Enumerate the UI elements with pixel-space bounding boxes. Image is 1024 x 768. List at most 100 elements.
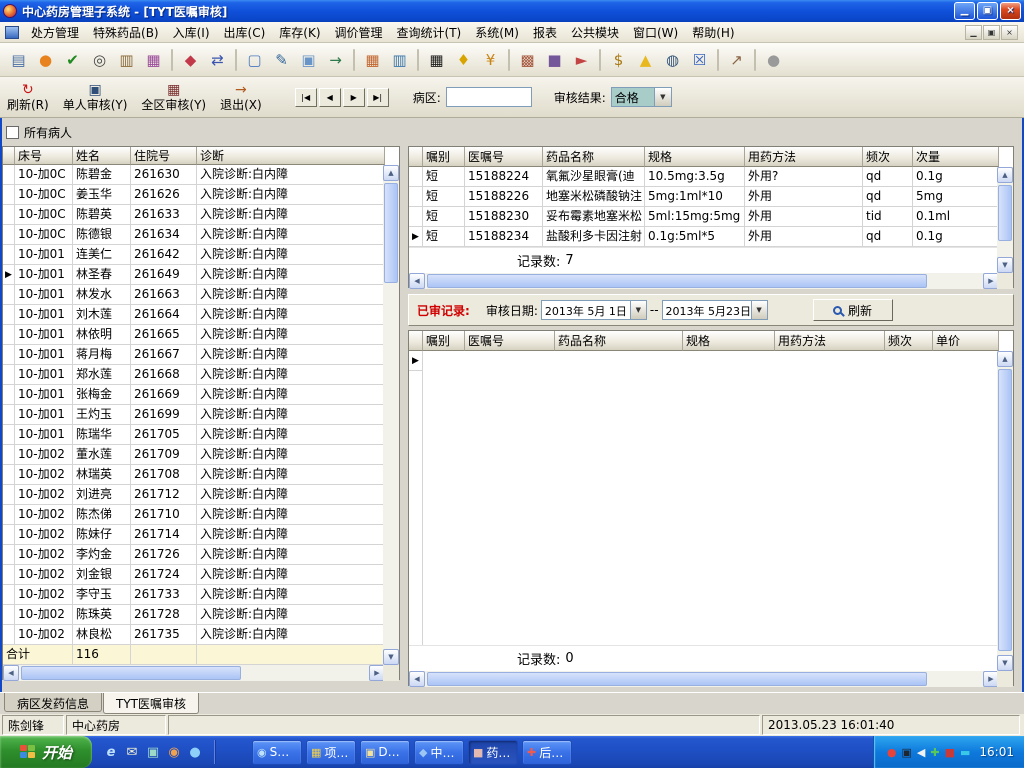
order-row[interactable]: 短 15188224 氧氟沙星眼膏(迪 10.5mg:3.5g 外用? qd 0… [409, 167, 999, 187]
patient-row[interactable]: 10-加02 陈杰俤 261710 入院诊断:白内障 [3, 505, 385, 525]
patient-row[interactable]: 10-加0C 陈德银 261634 入院诊断:白内障 [3, 225, 385, 245]
patient-row[interactable]: ▶ 10-加01 林圣春 261649 入院诊断:白内障 [3, 265, 385, 285]
patient-row[interactable]: 10-加01 王灼玉 261699 入院诊断:白内障 [3, 405, 385, 425]
tab-ward-dispense[interactable]: 病区发药信息 [4, 693, 103, 712]
table-icon[interactable]: ▥ [387, 47, 412, 72]
column-header-dose[interactable]: 次量 [913, 147, 999, 167]
scroll-down-button[interactable]: ▼ [383, 649, 399, 665]
mdi-restore-button[interactable]: ▣ [983, 25, 1000, 40]
transfer-icon[interactable]: ⇄ [205, 47, 230, 72]
patient-row[interactable]: 10-加01 林依明 261665 入院诊断:白内障 [3, 325, 385, 345]
all-patients-option[interactable]: 所有病人 [6, 124, 72, 141]
calendar-icon[interactable]: ▦ [360, 47, 385, 72]
column-header-bed[interactable]: 床号 [15, 147, 73, 165]
order-row[interactable]: 短 15188230 妥布霉素地塞米松 5ml:15mg:5mg 外用 tid … [409, 207, 999, 227]
volume-icon[interactable]: ◀ [917, 747, 925, 758]
patient-row[interactable]: 10-加02 林瑞英 261708 入院诊断:白内障 [3, 465, 385, 485]
menu-item[interactable]: 处方管理 [24, 22, 86, 42]
task-yao[interactable]: ■ 药… [468, 739, 518, 765]
scroll-up-button[interactable]: ▲ [997, 167, 1013, 183]
parcel-icon[interactable]: ▩ [515, 47, 540, 72]
column-header-order-no[interactable]: 医嘱号 [465, 147, 543, 167]
ward-input[interactable] [445, 87, 532, 107]
stop-icon[interactable]: ■ [945, 747, 955, 758]
stats-icon[interactable]: ▦ [141, 47, 166, 72]
monitor-icon[interactable]: ▣ [902, 747, 912, 758]
menu-item[interactable]: 调价管理 [328, 22, 390, 42]
menu-item[interactable]: 特殊药品(B) [86, 22, 166, 42]
nav-button[interactable]: ▶ [342, 87, 365, 107]
patient-row[interactable]: 10-加01 林发水 261663 入院诊断:白内障 [3, 285, 385, 305]
task-d[interactable]: ▣ D… [360, 739, 410, 765]
area-audit-button[interactable]: ▦ 全区审核(Y) [134, 78, 213, 116]
scroll-down-button[interactable]: ▼ [997, 257, 1013, 273]
desktop-icon[interactable]: ▣ [144, 743, 162, 761]
column-header-order-no[interactable]: 医嘱号 [465, 331, 555, 351]
close-button[interactable]: × [1000, 2, 1021, 20]
patient-row[interactable]: 10-加0C 陈碧英 261633 入院诊断:白内障 [3, 205, 385, 225]
column-header-frequency[interactable]: 频次 [863, 147, 913, 167]
task-xiang[interactable]: ▦ 项… [306, 739, 356, 765]
patient-row[interactable]: 10-加02 刘金银 261724 入院诊断:白内障 [3, 565, 385, 585]
patient-row[interactable]: 10-加01 张梅金 261669 入院诊断:白内障 [3, 385, 385, 405]
bell-icon[interactable]: ♦ [451, 47, 476, 72]
column-header-drug-name[interactable]: 药品名称 [555, 331, 683, 351]
reviewed-refresh-button[interactable]: 刷新 [812, 299, 893, 321]
tab-tyt-audit[interactable]: TYT医嘱审核 [103, 693, 200, 714]
patient-row[interactable]: 10-加02 董水莲 261709 入院诊断:白内障 [3, 445, 385, 465]
refresh-button[interactable]: ↻ 刷新(R) [0, 78, 56, 116]
patient-row[interactable]: 10-加02 林良松 261735 入院诊断:白内障 [3, 625, 385, 645]
menu-item[interactable]: 系统(M) [468, 22, 526, 42]
scroll-thumb[interactable] [384, 183, 398, 283]
patient-grid-vscrollbar[interactable]: ▲ ▼ [383, 165, 399, 665]
new-doc-icon[interactable]: ▢ [242, 47, 267, 72]
scroll-left-button[interactable]: ◀ [409, 671, 425, 687]
column-header-order-type[interactable]: 嘱别 [423, 147, 465, 167]
send-doc-icon[interactable]: → [323, 47, 348, 72]
column-header-diagnosis[interactable]: 诊断 [197, 147, 385, 165]
menu-item[interactable]: 出库(C) [217, 22, 273, 42]
search-icon[interactable]: ◍ [660, 47, 685, 72]
result-combo[interactable]: 合格 ▼ [610, 87, 672, 107]
patient-row[interactable]: 10-加01 郑水莲 261668 入院诊断:白内障 [3, 365, 385, 385]
mdi-close-button[interactable]: × [1001, 25, 1018, 40]
column-header-spec[interactable]: 规格 [645, 147, 745, 167]
binoculars-icon[interactable]: ◎ [87, 47, 112, 72]
scroll-up-button[interactable]: ▲ [383, 165, 399, 181]
column-header-order-type[interactable]: 嘱别 [423, 331, 465, 351]
menu-item[interactable]: 报表 [526, 22, 564, 42]
scroll-thumb[interactable] [998, 369, 1012, 651]
scroll-thumb[interactable] [998, 185, 1012, 241]
audit-icon[interactable]: ◆ [178, 47, 203, 72]
ie-icon[interactable]: e [102, 743, 120, 761]
copy-doc-icon[interactable]: ▣ [296, 47, 321, 72]
mdi-minimize-button[interactable]: ▁ [965, 25, 982, 40]
task-hou[interactable]: ✚ 后… [522, 739, 572, 765]
nav-button[interactable]: |◀ [294, 87, 317, 107]
order-row[interactable]: ▶ 短 15188234 盐酸利多卡因注射 0.1g:5ml*5 外用 qd 0… [409, 227, 999, 247]
menu-item[interactable]: 窗口(W) [626, 22, 685, 42]
task-s[interactable]: ◉ S… [252, 739, 302, 765]
patient-row[interactable]: 10-加02 刘进亮 261712 入院诊断:白内障 [3, 485, 385, 505]
alarm-icon[interactable]: ● [887, 747, 897, 758]
chevron-down-icon[interactable]: ▼ [653, 88, 671, 106]
patient-row[interactable]: 10-加0C 陈碧金 261630 入院诊断:白内障 [3, 165, 385, 185]
torch-icon[interactable]: ▲ [633, 47, 658, 72]
menu-item[interactable]: 帮助(H) [685, 22, 741, 42]
column-header-usage[interactable]: 用药方法 [745, 147, 863, 167]
chevron-down-icon[interactable]: ▼ [750, 301, 767, 319]
player-icon[interactable]: ◉ [165, 743, 183, 761]
task-zhong[interactable]: ◆ 中… [414, 739, 464, 765]
tools-icon[interactable]: ► [569, 47, 594, 72]
single-audit-button[interactable]: ▣ 单人审核(Y) [56, 78, 135, 116]
qq-icon[interactable]: ● [186, 743, 204, 761]
coins-icon[interactable]: ¥ [478, 47, 503, 72]
close-box-icon[interactable]: ☒ [687, 47, 712, 72]
orders-grid-vscrollbar[interactable]: ▲ ▼ [997, 167, 1013, 273]
scroll-thumb[interactable] [427, 672, 927, 686]
patient-row[interactable]: 10-加01 蒋月梅 261667 入院诊断:白内障 [3, 345, 385, 365]
sphere-icon[interactable]: ● [761, 47, 786, 72]
mail-icon[interactable]: ✉ [123, 743, 141, 761]
scroll-left-button[interactable]: ◀ [3, 665, 19, 681]
column-header-frequency[interactable]: 频次 [885, 331, 933, 351]
